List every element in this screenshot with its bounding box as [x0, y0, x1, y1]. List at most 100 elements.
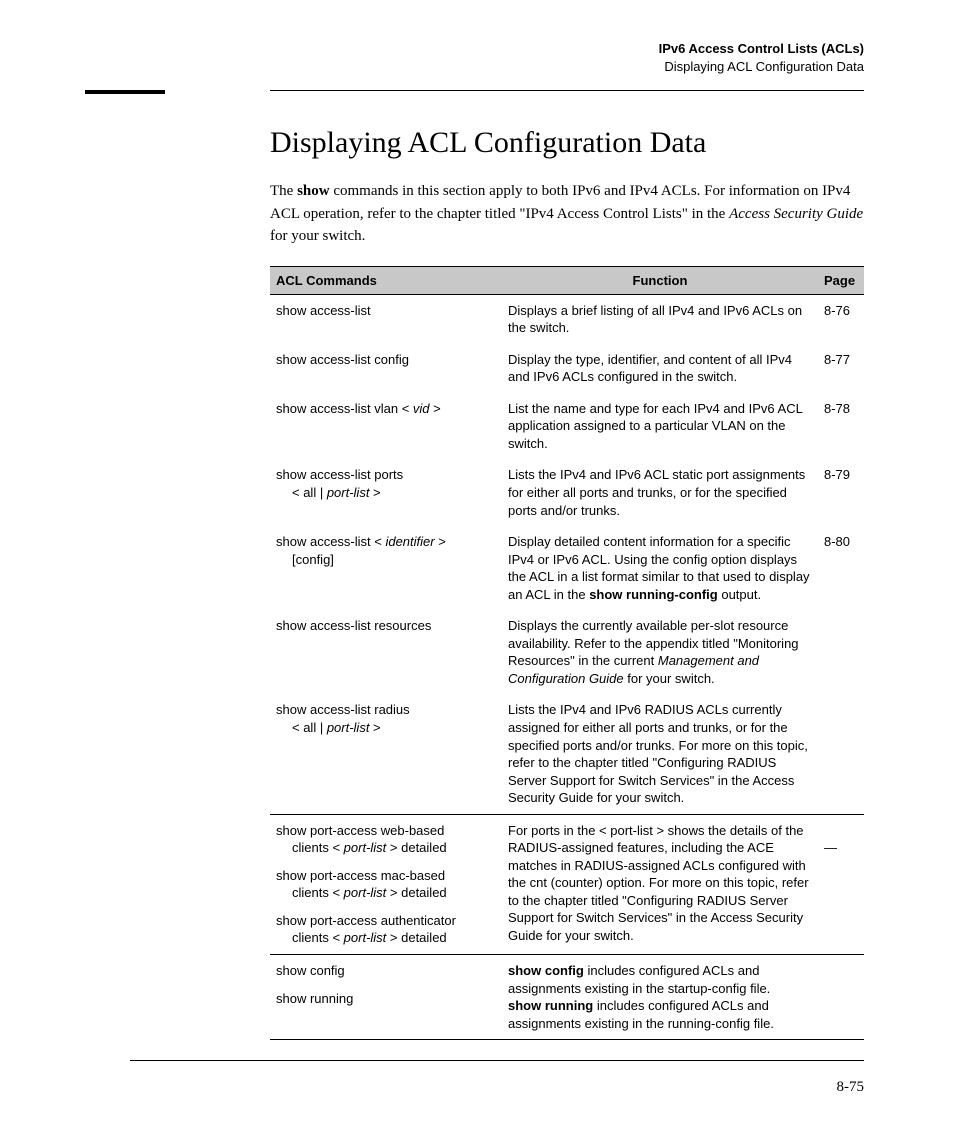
cmd-sub: clients < port-list > detailed: [276, 839, 496, 857]
func-cell: Display detailed content information for…: [502, 526, 818, 610]
func-cell: Displays the currently available per-slo…: [502, 610, 818, 694]
page-cell: —: [818, 814, 864, 954]
page-cell: 8-77: [818, 344, 864, 393]
cmd-block: show port-access mac-based clients < por…: [276, 867, 496, 902]
cmd-text: >: [369, 485, 380, 500]
table-row: show access-list vlan < vid > List the n…: [270, 393, 864, 460]
func-cell: Displays a brief listing of all IPv4 and…: [502, 294, 818, 344]
cmd-cell: show access-list < identifier > [config]: [270, 526, 502, 610]
cmd-text: clients <: [292, 840, 344, 855]
cmd-ital: vid: [413, 401, 430, 416]
rule-thick: [85, 90, 165, 94]
running-header: IPv6 Access Control Lists (ACLs) Display…: [130, 40, 864, 75]
func-bold: show running-config: [589, 587, 718, 602]
cmd-text: >: [435, 534, 446, 549]
page-number: 8-75: [130, 1079, 864, 1096]
table-row: show access-list radius < all | port-lis…: [270, 694, 864, 814]
table-row: show access-list config Display the type…: [270, 344, 864, 393]
cmd-ital: identifier: [385, 534, 434, 549]
cmd-text: show config: [276, 962, 496, 980]
cmd-cell: show access-list ports < all | port-list…: [270, 459, 502, 526]
table-row: show access-list Displays a brief listin…: [270, 294, 864, 344]
table-row: show access-list resources Displays the …: [270, 610, 864, 694]
cmd-cell: show config show running: [270, 955, 502, 1040]
intro-ital: Access Security Guide: [729, 206, 863, 222]
table-row: show port-access web-based clients < por…: [270, 814, 864, 954]
section-rule: [130, 90, 864, 91]
intro-text: for your switch.: [270, 228, 365, 244]
cmd-text: show port-access web-based: [276, 823, 444, 838]
func-text: for your switch.: [624, 671, 715, 686]
page-cell: [818, 694, 864, 814]
table-row: show access-list < identifier > [config]…: [270, 526, 864, 610]
func-cell: Lists the IPv4 and IPv6 ACL static port …: [502, 459, 818, 526]
page-cell: 8-80: [818, 526, 864, 610]
cmd-ital: port-list: [344, 885, 387, 900]
cmd-block: show port-access authenticator clients <…: [276, 912, 496, 947]
cmd-cell: show access-list config: [270, 344, 502, 393]
acl-commands-table: ACL Commands Function Page show access-l…: [270, 266, 864, 1041]
cmd-ital: port-list: [327, 720, 370, 735]
page-cell: 8-78: [818, 393, 864, 460]
page-cell: [818, 610, 864, 694]
cmd-sub: clients < port-list > detailed: [276, 884, 496, 902]
page-cell: 8-79: [818, 459, 864, 526]
cmd-sub: clients < port-list > detailed: [276, 929, 496, 947]
cmd-text: show port-access authenticator: [276, 913, 456, 928]
col-header-page: Page: [818, 266, 864, 294]
document-page: IPv6 Access Control Lists (ACLs) Display…: [0, 0, 954, 1126]
cmd-text: show access-list vlan <: [276, 401, 413, 416]
cmd-block: show port-access web-based clients < por…: [276, 822, 496, 857]
footer-rule: [130, 1060, 864, 1061]
func-cell: Display the type, identifier, and conten…: [502, 344, 818, 393]
cmd-sub: [config]: [276, 551, 496, 569]
cmd-sub: < all | port-list >: [276, 484, 496, 502]
cmd-cell: show access-list vlan < vid >: [270, 393, 502, 460]
cmd-text: show running: [276, 990, 496, 1008]
intro-text: The: [270, 183, 297, 199]
header-chapter: IPv6 Access Control Lists (ACLs): [130, 40, 864, 58]
rule-thin: [270, 90, 864, 91]
table-header-row: ACL Commands Function Page: [270, 266, 864, 294]
cmd-text: clients <: [292, 885, 344, 900]
section-title: Displaying ACL Configuration Data: [270, 126, 864, 160]
content-area: Displaying ACL Configuration Data The sh…: [270, 126, 864, 1040]
cmd-ital: port-list: [327, 485, 370, 500]
table-row: show config show running show config inc…: [270, 955, 864, 1040]
col-header-commands: ACL Commands: [270, 266, 502, 294]
cmd-text: show port-access mac-based: [276, 868, 445, 883]
cmd-text: >: [369, 720, 380, 735]
cmd-text: > detailed: [386, 840, 446, 855]
cmd-ital: port-list: [344, 930, 387, 945]
cmd-text: >: [430, 401, 441, 416]
cmd-sub: < all | port-list >: [276, 719, 496, 737]
func-cell: Lists the IPv4 and IPv6 RADIUS ACLs curr…: [502, 694, 818, 814]
cmd-text: > detailed: [386, 885, 446, 900]
page-cell: 8-76: [818, 294, 864, 344]
page-cell: [818, 955, 864, 1040]
cmd-text: show access-list ports: [276, 467, 403, 482]
func-cell: List the name and type for each IPv4 and…: [502, 393, 818, 460]
func-cell: For ports in the < port-list > shows the…: [502, 814, 818, 954]
func-bold: show running: [508, 998, 593, 1013]
cmd-cell: show access-list: [270, 294, 502, 344]
cmd-cell: show port-access web-based clients < por…: [270, 814, 502, 954]
cmd-text: < all |: [292, 720, 327, 735]
func-text: output.: [718, 587, 761, 602]
func-cell: show config includes configured ACLs and…: [502, 955, 818, 1040]
cmd-text: > detailed: [386, 930, 446, 945]
cmd-text: show access-list radius: [276, 702, 410, 717]
cmd-cell: show access-list radius < all | port-lis…: [270, 694, 502, 814]
cmd-text: show access-list <: [276, 534, 385, 549]
cmd-text: clients <: [292, 930, 344, 945]
page-dash: —: [824, 840, 837, 855]
table-row: show access-list ports < all | port-list…: [270, 459, 864, 526]
cmd-cell: show access-list resources: [270, 610, 502, 694]
func-bold: show config: [508, 963, 584, 978]
cmd-ital: port-list: [344, 840, 387, 855]
col-header-function: Function: [502, 266, 818, 294]
cmd-text: < all |: [292, 485, 327, 500]
intro-bold: show: [297, 183, 330, 199]
header-section: Displaying ACL Configuration Data: [130, 58, 864, 76]
intro-paragraph: The show commands in this section apply …: [270, 180, 864, 248]
